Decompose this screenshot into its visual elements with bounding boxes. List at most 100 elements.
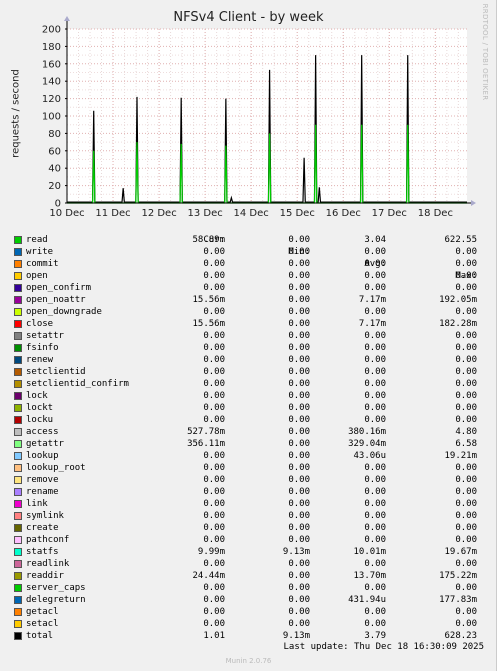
legend-series-name: lock [26, 391, 48, 401]
legend-max-value: 0.00 [455, 379, 477, 389]
legend-cur-value: 0.00 [203, 391, 225, 401]
legend-color-swatch [14, 572, 22, 580]
legend-cur-value: 0.00 [203, 583, 225, 593]
legend-series-name: locku [26, 415, 54, 425]
legend-avg-value: 0.00 [364, 463, 386, 473]
legend-avg-value: 7.17m [358, 295, 386, 305]
legend-max-value: 0.00 [455, 367, 477, 377]
legend-max-value: 0.00 [455, 259, 477, 269]
x-tick-label: 17 Dec [372, 208, 407, 219]
legend-cur-value: 0.00 [203, 535, 225, 545]
legend-min-value: 9.13m [282, 631, 310, 641]
legend-series-name: link [26, 499, 48, 509]
legend-min-value: 0.00 [288, 379, 310, 389]
legend-series-name: getattr [26, 439, 64, 449]
x-tick-label: 14 Dec [234, 208, 269, 219]
legend-cur-value: 0.00 [203, 271, 225, 281]
legend-row: delegreturn 0.00 0.00 431.94u 177.83m [0, 594, 497, 606]
legend-avg-value: 329.04m [348, 439, 386, 449]
legend-series-name: readlink [26, 559, 70, 569]
legend-max-value: 0.00 [455, 331, 477, 341]
y-tick-label: 180 [42, 42, 61, 53]
legend-cur-value: 0.00 [203, 331, 225, 341]
legend-color-swatch [14, 560, 22, 568]
legend-series-name: renew [26, 355, 54, 365]
legend-color-swatch [14, 248, 22, 256]
legend-min-value: 0.00 [288, 475, 310, 485]
legend-row: close 15.56m 0.00 7.17m 182.28m [0, 318, 497, 330]
legend-row: write 0.00 0.00 0.00 0.00 [0, 246, 497, 258]
legend-cur-value: 15.56m [192, 295, 225, 305]
legend-row: rename 0.00 0.00 0.00 0.00 [0, 486, 497, 498]
legend-min-value: 0.00 [288, 331, 310, 341]
legend-cur-value: 1.01 [203, 631, 225, 641]
legend-avg-value: 0.00 [364, 331, 386, 341]
legend-row: lookup 0.00 0.00 43.06u 19.21m [0, 450, 497, 462]
legend-avg-value: 0.00 [364, 391, 386, 401]
x-tick-label: 11 Dec [95, 208, 130, 219]
legend-series-name: readdir [26, 571, 64, 581]
legend-avg-value: 0.00 [364, 355, 386, 365]
legend-max-value: 622.55 [444, 235, 477, 245]
legend-cur-value: 0.00 [203, 415, 225, 425]
legend-cur-value: 0.00 [203, 283, 225, 293]
legend-cur-value: 24.44m [192, 571, 225, 581]
legend-max-value: 0.00 [455, 283, 477, 293]
chart-plot: 10 Dec 11 Dec 12 Dec 13 Dec 14 Dec 15 Dec 16 D… [42, 16, 476, 219]
legend-series-name: open_downgrade [26, 307, 102, 317]
legend-avg-value: 0.00 [364, 343, 386, 353]
legend-row: setclientid_confirm 0.00 0.00 0.00 0.00 [0, 378, 497, 390]
legend-row: statfs 9.99m 9.13m 10.01m 19.67m [0, 546, 497, 558]
legend-color-swatch [14, 476, 22, 484]
legend-series-name: rename [26, 487, 59, 497]
legend-color-swatch [14, 404, 22, 412]
legend-avg-value: 0.00 [364, 307, 386, 317]
legend-max-value: 0.00 [455, 355, 477, 365]
legend-max-value: 6.58 [455, 439, 477, 449]
legend-cur-value: 0.00 [203, 451, 225, 461]
legend-min-value: 0.00 [288, 427, 310, 437]
legend-color-swatch [14, 332, 22, 340]
legend-color-swatch [14, 308, 22, 316]
legend-cur-value: 15.56m [192, 319, 225, 329]
legend-color-swatch [14, 620, 22, 628]
legend-row: readdir 24.44m 0.00 13.70m 175.22m [0, 570, 497, 582]
legend-color-swatch [14, 524, 22, 532]
legend-max-value: 0.00 [455, 535, 477, 545]
legend-color-swatch [14, 416, 22, 424]
legend-color-swatch [14, 464, 22, 472]
legend-cur-value: 58.89m [192, 235, 225, 245]
legend-color-swatch [14, 500, 22, 508]
legend-row: create 0.00 0.00 0.00 0.00 [0, 522, 497, 534]
legend-cur-value: 0.00 [203, 307, 225, 317]
legend-series-name: setclientid [26, 367, 86, 377]
legend-series-name: access [26, 427, 59, 437]
legend-avg-value: 0.00 [364, 247, 386, 257]
legend-avg-value: 3.79 [364, 631, 386, 641]
legend-min-value: 0.00 [288, 595, 310, 605]
legend-avg-value: 0.00 [364, 559, 386, 569]
legend-color-swatch [14, 488, 22, 496]
x-tick-label: 10 Dec [49, 208, 84, 219]
legend-row: open_confirm 0.00 0.00 0.00 0.00 [0, 282, 497, 294]
legend-cur-value: 0.00 [203, 595, 225, 605]
legend-max-value: 0.00 [455, 271, 477, 281]
legend-row: symlink 0.00 0.00 0.00 0.00 [0, 510, 497, 522]
legend-series-name: read [26, 235, 48, 245]
legend-color-swatch [14, 452, 22, 460]
x-tick-label: 13 Dec [187, 208, 222, 219]
legend-avg-value: 0.00 [364, 523, 386, 533]
legend-cur-value: 527.78m [187, 427, 225, 437]
legend-max-value: 177.83m [439, 595, 477, 605]
legend-row: getattr 356.11m 0.00 329.04m 6.58 [0, 438, 497, 450]
legend-avg-value: 431.94u [348, 595, 386, 605]
y-tick-label: 120 [42, 94, 61, 105]
legend-max-value: 0.00 [455, 463, 477, 473]
legend-series-name: open [26, 271, 48, 281]
legend-cur-value: 0.00 [203, 247, 225, 257]
legend-series-name: server_caps [26, 583, 86, 593]
graph-frame: NFSv4 Client - by week requests / second… [0, 0, 497, 671]
legend-max-value: 0.00 [455, 403, 477, 413]
legend-avg-value: 0.00 [364, 283, 386, 293]
legend-cur-value: 0.00 [203, 355, 225, 365]
